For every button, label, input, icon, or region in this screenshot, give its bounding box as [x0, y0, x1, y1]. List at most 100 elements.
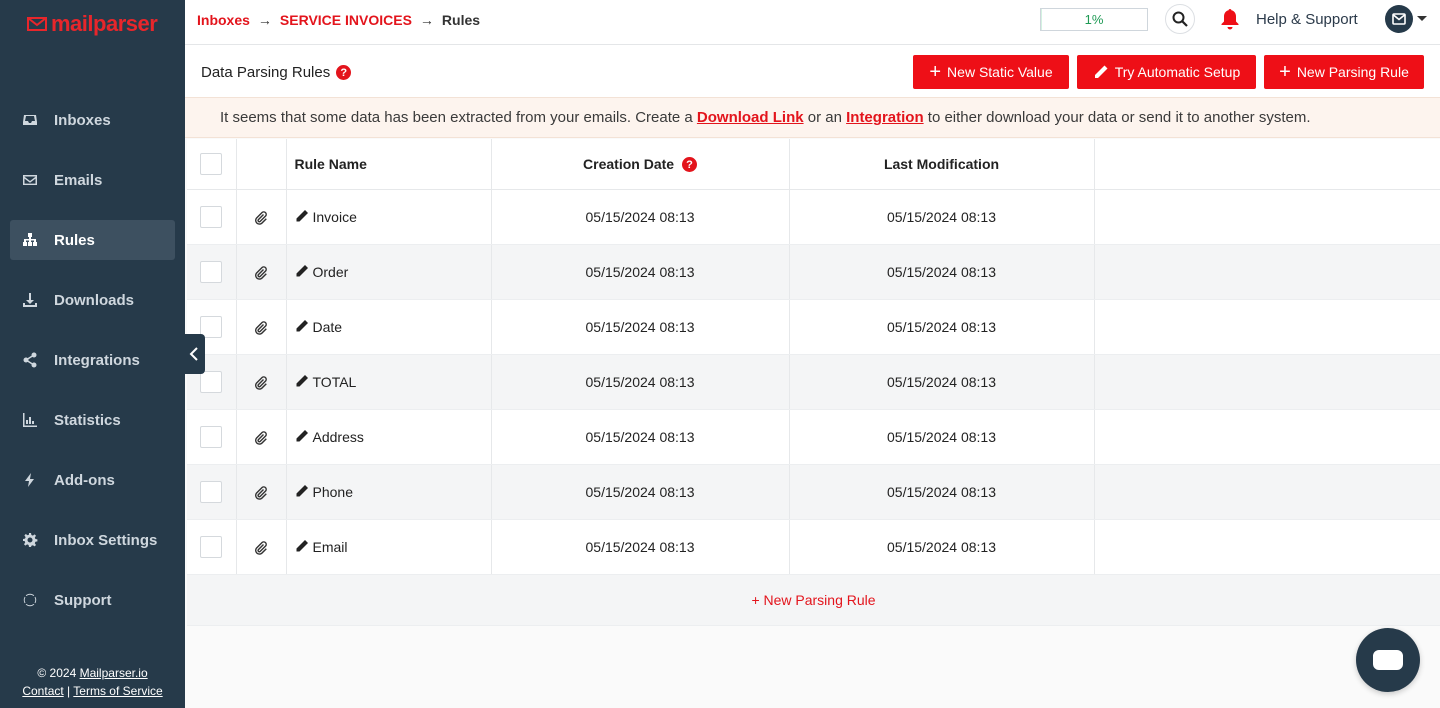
plus-icon: + — [1279, 61, 1291, 83]
page-title-text: Data Parsing Rules — [201, 64, 331, 81]
sidebar-item-downloads[interactable]: Downloads — [10, 280, 175, 320]
mailparser-link[interactable]: Mailparser.io — [80, 666, 148, 680]
paperclip-icon[interactable] — [254, 485, 268, 500]
row-checkbox[interactable] — [200, 480, 223, 503]
rule-name-cell[interactable]: TOTAL — [286, 354, 492, 410]
breadcrumb-service-invoices[interactable]: SERVICE INVOICES — [280, 12, 412, 28]
footer-separator: | — [67, 684, 71, 698]
select-all-checkbox[interactable] — [200, 152, 223, 175]
lifering-icon — [22, 592, 38, 608]
last-modification-cell: 05/15/2024 08:13 — [789, 299, 1095, 355]
sidebar-item-inbox-settings[interactable]: Inbox Settings — [10, 520, 175, 560]
plus-icon: + — [929, 61, 942, 83]
help-support-link[interactable]: Help & Support — [1256, 11, 1358, 28]
sidebar-item-inboxes[interactable]: Inboxes — [10, 100, 175, 140]
new-parsing-rule-link[interactable]: + New Parsing Rule — [751, 592, 875, 608]
try-automatic-setup-button[interactable]: Try Automatic Setup — [1077, 55, 1256, 89]
pencil-icon — [1094, 65, 1108, 78]
arrow-right-icon: → — [419, 12, 434, 28]
row-attachment-cell — [236, 354, 287, 410]
mailparser-logo[interactable]: mailparser — [27, 11, 158, 37]
rule-name-cell[interactable]: Order — [286, 244, 492, 300]
chat-widget-button[interactable] — [1356, 628, 1420, 692]
creation-date-cell: 05/15/2024 08:13 — [491, 464, 790, 520]
sidebar-item-label: Inbox Settings — [54, 531, 158, 549]
last-modification-cell: 05/15/2024 08:13 — [789, 409, 1095, 465]
rule-name: Order — [312, 263, 349, 280]
paperclip-icon[interactable] — [254, 265, 268, 280]
row-attachment-cell — [236, 244, 287, 300]
row-attachment-cell — [236, 189, 287, 245]
paperclip-icon[interactable] — [254, 210, 268, 225]
rule-name: Invoice — [312, 208, 357, 225]
sidebar-item-statistics[interactable]: Statistics — [10, 400, 175, 440]
bell-icon[interactable] — [1220, 8, 1240, 30]
sidebar-item-label: Rules — [54, 231, 95, 249]
table-row: Phone 05/15/2024 08:13 05/15/2024 08:13 — [187, 464, 1440, 520]
pencil-icon — [296, 374, 308, 386]
integration-link[interactable]: Integration — [846, 109, 924, 126]
search-icon — [1172, 11, 1188, 27]
row-checkbox[interactable] — [200, 260, 223, 283]
sidebar-item-add-ons[interactable]: Add-ons — [10, 460, 175, 500]
row-select-cell — [187, 189, 237, 245]
table-row: Invoice 05/15/2024 08:13 05/15/2024 08:13 — [187, 189, 1440, 245]
paperclip-icon[interactable] — [254, 375, 268, 390]
sidebar-item-integrations[interactable]: Integrations — [10, 340, 175, 380]
row-checkbox[interactable] — [200, 425, 223, 448]
rule-name-cell[interactable]: Date — [286, 299, 492, 355]
bolt-icon — [22, 472, 38, 488]
rule-name-cell[interactable]: Email — [286, 519, 492, 575]
help-question-icon[interactable]: ? — [336, 65, 352, 80]
table-row: TOTAL 05/15/2024 08:13 05/15/2024 08:13 — [187, 354, 1440, 410]
paperclip-icon[interactable] — [254, 320, 268, 335]
chevron-down-icon[interactable] — [1417, 16, 1427, 21]
account-avatar[interactable] — [1385, 5, 1413, 33]
sidebar-item-emails[interactable]: Emails — [10, 160, 175, 200]
creation-date-cell: 05/15/2024 08:13 — [491, 189, 790, 245]
row-attachment-cell — [236, 464, 287, 520]
creation-date-cell: 05/15/2024 08:13 — [491, 244, 790, 300]
sidebar-item-label: Inboxes — [54, 111, 111, 129]
rule-name: Email — [312, 538, 348, 555]
table-row: Date 05/15/2024 08:13 05/15/2024 08:13 — [187, 299, 1440, 355]
table-header-row: Rule Name Creation Date ? Last Modificat… — [187, 139, 1440, 190]
empty-cell — [1094, 354, 1440, 410]
breadcrumb-inboxes[interactable]: Inboxes — [197, 12, 250, 28]
sidebar-collapse-button[interactable] — [183, 334, 205, 374]
add-rule-footer[interactable]: + New Parsing Rule — [187, 574, 1440, 626]
paperclip-icon[interactable] — [254, 540, 268, 555]
data-extracted-alert: It seems that some data has been extract… — [185, 97, 1440, 138]
row-checkbox[interactable] — [200, 370, 223, 393]
row-select-cell — [187, 244, 237, 300]
rule-name-header[interactable]: Rule Name — [286, 139, 492, 190]
download-icon — [22, 292, 38, 308]
last-modification-cell: 05/15/2024 08:13 — [789, 189, 1095, 245]
last-modification-header[interactable]: Last Modification — [789, 139, 1095, 190]
terms-link[interactable]: Terms of Service — [73, 684, 162, 698]
pencil-icon — [296, 209, 308, 221]
creation-date-header[interactable]: Creation Date ? — [491, 139, 790, 190]
pencil-icon — [296, 539, 308, 551]
usage-progress-label: 1% — [1084, 12, 1104, 27]
rule-name-cell[interactable]: Invoice — [286, 189, 492, 245]
sidebar-item-support[interactable]: Support — [10, 580, 175, 620]
gear-icon — [22, 532, 38, 548]
new-static-value-button[interactable]: + New Static Value — [913, 55, 1069, 89]
download-link-link[interactable]: Download Link — [697, 109, 804, 126]
row-checkbox[interactable] — [200, 205, 223, 228]
row-checkbox[interactable] — [200, 535, 223, 558]
contact-link[interactable]: Contact — [22, 684, 63, 698]
help-question-icon[interactable]: ? — [681, 157, 697, 172]
empty-cell — [1094, 299, 1440, 355]
sidebar-item-rules[interactable]: Rules — [10, 220, 175, 260]
table-row: Order 05/15/2024 08:13 05/15/2024 08:13 — [187, 244, 1440, 300]
rule-name-cell[interactable]: Phone — [286, 464, 492, 520]
paperclip-icon[interactable] — [254, 430, 268, 445]
usage-progress-bar[interactable]: 1% — [1040, 8, 1148, 31]
search-button[interactable] — [1165, 4, 1195, 34]
topbar: Inboxes → SERVICE INVOICES → Rules 1% He… — [185, 0, 1440, 45]
new-parsing-rule-button[interactable]: + New Parsing Rule — [1264, 55, 1424, 89]
chevron-left-icon — [189, 347, 198, 361]
rule-name-cell[interactable]: Address — [286, 409, 492, 465]
